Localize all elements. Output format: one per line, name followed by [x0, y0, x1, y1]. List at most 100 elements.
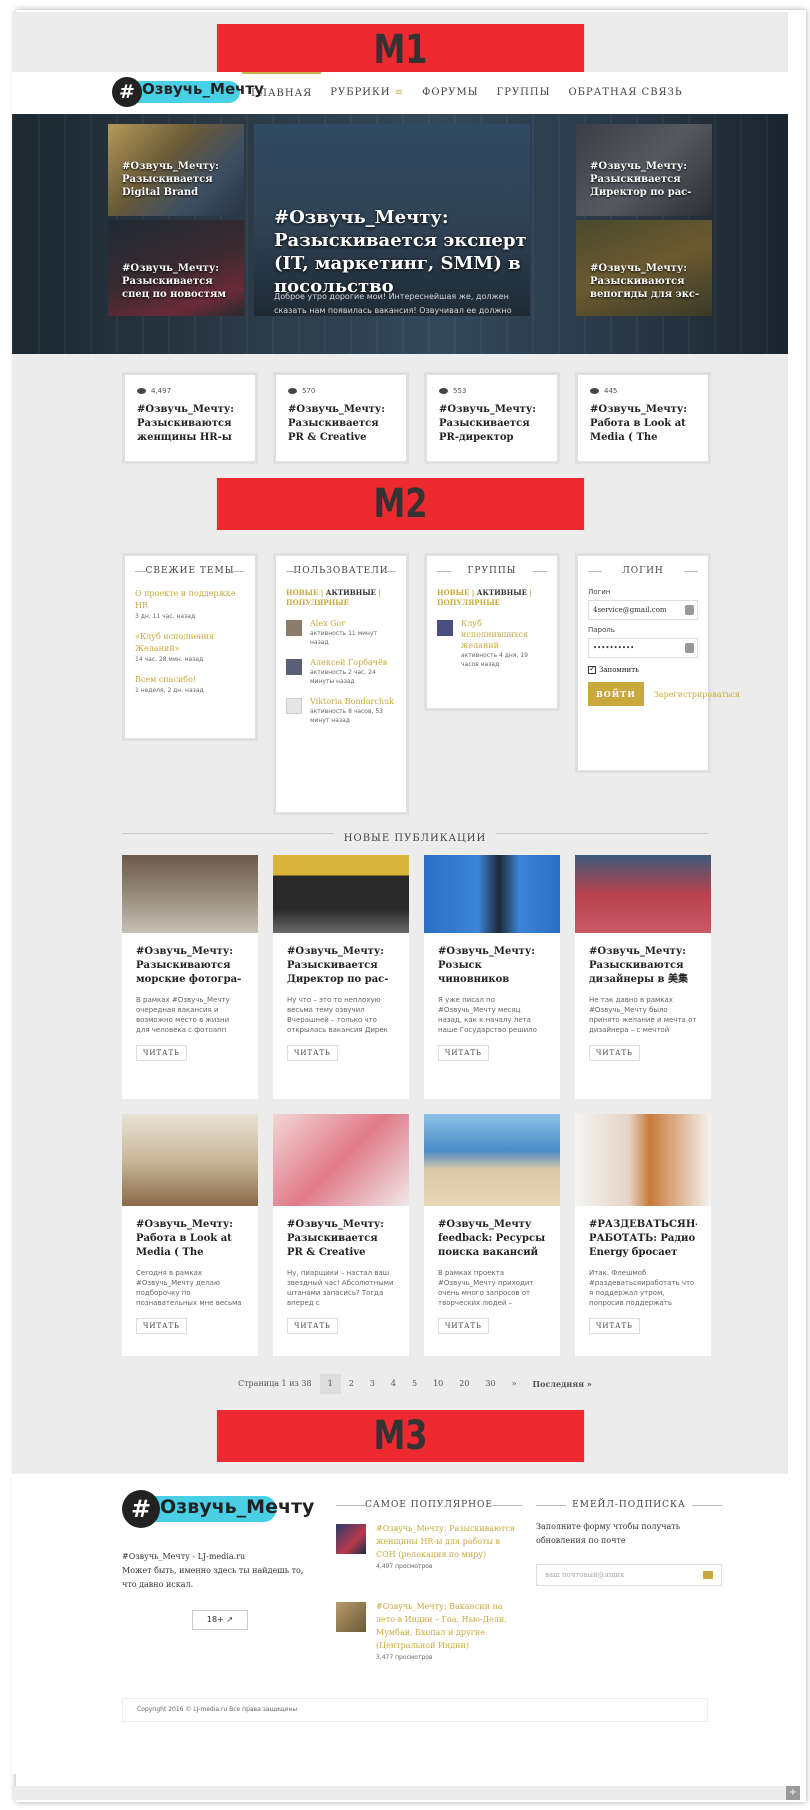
avatar[interactable] [286, 620, 302, 636]
nav-item-forums[interactable]: ФОРУМЫ [413, 72, 488, 114]
avatar[interactable] [286, 698, 302, 714]
publication-title[interactable]: #Озвучь_Мечту: Разыскивается PR & Creati… [287, 1218, 395, 1260]
page-link[interactable]: 1 [319, 1374, 341, 1394]
read-button[interactable]: ЧИТАТЬ [438, 1318, 489, 1334]
login-button[interactable]: ВОЙТИ [588, 682, 644, 706]
next-page-link[interactable]: » [504, 1374, 525, 1394]
hero-tile[interactable]: #Озвучь_Мечту: Разыскивается Директор по… [576, 124, 712, 216]
page-link[interactable]: 3 [362, 1374, 383, 1394]
last-page-link[interactable]: Последняя » [525, 1374, 600, 1394]
publication-title[interactable]: #Озвучь_Мечту: Розыск чиновников умеющих… [438, 945, 546, 987]
tab-popular[interactable]: ПОПУЛЯРНЫЕ [286, 598, 349, 607]
ad-banner-m1[interactable]: M1 [216, 24, 585, 76]
publication-card[interactable]: #Озвучь_Мечту: Розыск чиновников умеющих… [424, 855, 560, 1099]
topic-link[interactable]: Всем спасибо! [135, 674, 245, 686]
read-button[interactable]: ЧИТАТЬ [287, 1318, 338, 1334]
publication-title[interactable]: #Озвучь_Мечту: Разыскивается Директор по… [287, 945, 395, 987]
tab-popular[interactable]: ПОПУЛЯРНЫЕ [437, 598, 500, 607]
publication-card[interactable]: #Озвучь_Мечту feedback: Ресурсы поиска в… [424, 1114, 560, 1356]
group-name[interactable]: Клуб исполнившихся желаний [461, 618, 547, 651]
read-button[interactable]: ЧИТАТЬ [589, 1045, 640, 1061]
publication-card[interactable]: #Озвучь_Мечту: Работа в Look at Media ( … [122, 1114, 258, 1356]
publication-image[interactable] [122, 1114, 258, 1206]
tab-active[interactable]: АКТИВНЫЕ [477, 588, 527, 597]
publication-image[interactable] [273, 855, 409, 933]
popular-card-title[interactable]: #Озвучь_Мечту: Работа в Look at Media ( … [590, 403, 696, 445]
remember-checkbox[interactable] [588, 664, 596, 674]
popular-item[interactable]: #Озвучь_Мечту: Вакансии на лето в Индии … [336, 1600, 522, 1661]
read-button[interactable]: ЧИТАТЬ [589, 1318, 640, 1334]
tab-active[interactable]: АКТИВНЫЕ [326, 588, 376, 597]
read-button[interactable]: ЧИТАТЬ [136, 1045, 187, 1061]
publication-card[interactable]: #Озвучь_Мечту: Разыскиваются морские фот… [122, 855, 258, 1099]
popular-card[interactable]: 445 #Озвучь_Мечту: Работа в Look at Medi… [575, 372, 711, 464]
popular-thumb[interactable] [336, 1524, 366, 1554]
popular-card-title[interactable]: #Озвучь_Мечту: Разыскиваются женщины HR-… [137, 403, 243, 445]
publication-card[interactable]: #Озвучь_Мечту: Разыскивается PR & Creati… [273, 1114, 409, 1356]
nav-item-groups[interactable]: ГРУППЫ [488, 72, 560, 114]
page-link[interactable]: 4 [383, 1374, 404, 1394]
popular-card[interactable]: 553 #Озвучь_Мечту: Разыскивается PR-дире… [424, 372, 560, 464]
footer-logo[interactable]: # Озвучь_Мечту [122, 1490, 314, 1528]
popular-title[interactable]: #Озвучь_Мечту: Разыскиваются женщины HR-… [376, 1522, 522, 1561]
user-name[interactable]: Алексей Горбачёв [310, 657, 396, 668]
publication-title[interactable]: #Озвучь_Мечту feedback: Ресурсы поиска в… [438, 1218, 546, 1260]
popular-item[interactable]: #Озвучь_Мечту: Разыскиваются женщины HR-… [336, 1522, 522, 1570]
ad-banner-m3[interactable]: M3 [216, 1410, 585, 1462]
age-rating-badge[interactable]: 18+ ↗ [192, 1610, 248, 1630]
avatar[interactable] [437, 620, 453, 636]
publication-image[interactable] [273, 1114, 409, 1206]
hero-main-title[interactable]: #Озвучь_Мечту: Разыскивается эксперт (IT… [274, 206, 544, 298]
page-link[interactable]: 2 [341, 1374, 362, 1394]
read-button[interactable]: ЧИТАТЬ [287, 1045, 338, 1061]
login-widget: ЛОГИН Логин 4service@gmail.com Пароль ••… [575, 553, 740, 773]
page-link[interactable]: 30 [477, 1374, 503, 1394]
tab-new[interactable]: НОВЫЕ [286, 588, 318, 597]
user-name[interactable]: Viktoria Bondarchuk [310, 696, 396, 707]
publication-image[interactable] [424, 855, 560, 933]
publication-title[interactable]: #Озвучь_Мечту: Разыскиваются морские фот… [136, 945, 244, 987]
nav-item-home[interactable]: ГЛАВНАЯ [242, 72, 322, 114]
popular-card-title[interactable]: #Озвучь_Мечту: Разыскивается PR-директор… [439, 403, 545, 445]
popular-thumb[interactable] [336, 1602, 366, 1632]
user-name[interactable]: Alex Gor [310, 618, 396, 629]
hero-tile[interactable]: #Озвучь_Мечту: Разыскивается Digital Bra… [108, 124, 244, 216]
topic-link[interactable]: «Клуб исполнения Желаний» [135, 631, 245, 655]
page-link[interactable]: 20 [451, 1374, 477, 1394]
publication-card[interactable]: #Озвучь_Мечту: Разыскивается Директор по… [273, 855, 409, 1099]
popular-card-title[interactable]: #Озвучь_Мечту: Разыскивается PR & Creati… [288, 403, 394, 445]
topic-link[interactable]: О проекте и поддержке HR [135, 588, 245, 612]
envelope-icon[interactable] [703, 1571, 713, 1579]
site-logo[interactable]: # Озвучь_Мечту [112, 77, 264, 107]
register-link[interactable]: Зарегистрироваться [654, 688, 740, 701]
hero-tile[interactable]: #Озвучь_Мечту: Разыскиваются вепогиды дл… [576, 220, 712, 316]
publication-title[interactable]: #Озвучь_Мечту: Работа в Look at Media ( … [136, 1218, 244, 1260]
publication-image[interactable] [575, 855, 711, 933]
publication-image[interactable] [122, 855, 258, 933]
subscribe-email-input[interactable]: ваш почтовый@ящик [536, 1564, 722, 1586]
popular-card[interactable]: 570 #Озвучь_Мечту: Разыскивается PR & Cr… [273, 372, 409, 464]
publication-card[interactable]: #Озвучь_Мечту: Разыскиваются дизайнеры в… [575, 855, 711, 1099]
tab-new[interactable]: НОВЫЕ [437, 588, 469, 597]
publication-card[interactable]: #РАЗДЕВАТЬСЯН-РАБОТАТЬ: Радио Energy бро… [575, 1114, 711, 1356]
publication-image[interactable] [424, 1114, 560, 1206]
scroll-to-top-button[interactable]: + [786, 1786, 800, 1800]
nav-item-rubrics[interactable]: РУБРИКИ ≡ [321, 72, 413, 114]
hero-tile[interactable]: #Озвучь_Мечту: Разыскивается спец по нов… [108, 220, 244, 316]
page-link[interactable]: 10 [425, 1374, 451, 1394]
ad-banner-m2[interactable]: M2 [216, 478, 585, 530]
nav-item-feedback[interactable]: ОБРАТНАЯ СВЯЗЬ [559, 72, 691, 114]
remember-me[interactable]: Запомнить [588, 664, 698, 674]
publication-title[interactable]: #РАЗДЕВАТЬСЯН-РАБОТАТЬ: Радио Energy бро… [589, 1218, 697, 1260]
popular-title[interactable]: #Озвучь_Мечту: Вакансии на лето в Индии … [376, 1600, 522, 1652]
page-link[interactable]: 5 [404, 1374, 425, 1394]
login-label: Логин [588, 588, 611, 596]
read-button[interactable]: ЧИТАТЬ [136, 1318, 187, 1334]
read-button[interactable]: ЧИТАТЬ [438, 1045, 489, 1061]
avatar[interactable] [286, 659, 302, 675]
password-field[interactable]: •••••••••• [588, 638, 698, 658]
publication-title[interactable]: #Озвучь_Мечту: Разыскиваются дизайнеры в… [589, 945, 697, 987]
publication-image[interactable] [575, 1114, 711, 1206]
popular-card[interactable]: 4,497 #Озвучь_Мечту: Разыскиваются женщи… [122, 372, 258, 464]
login-field[interactable]: 4service@gmail.com [588, 600, 698, 620]
